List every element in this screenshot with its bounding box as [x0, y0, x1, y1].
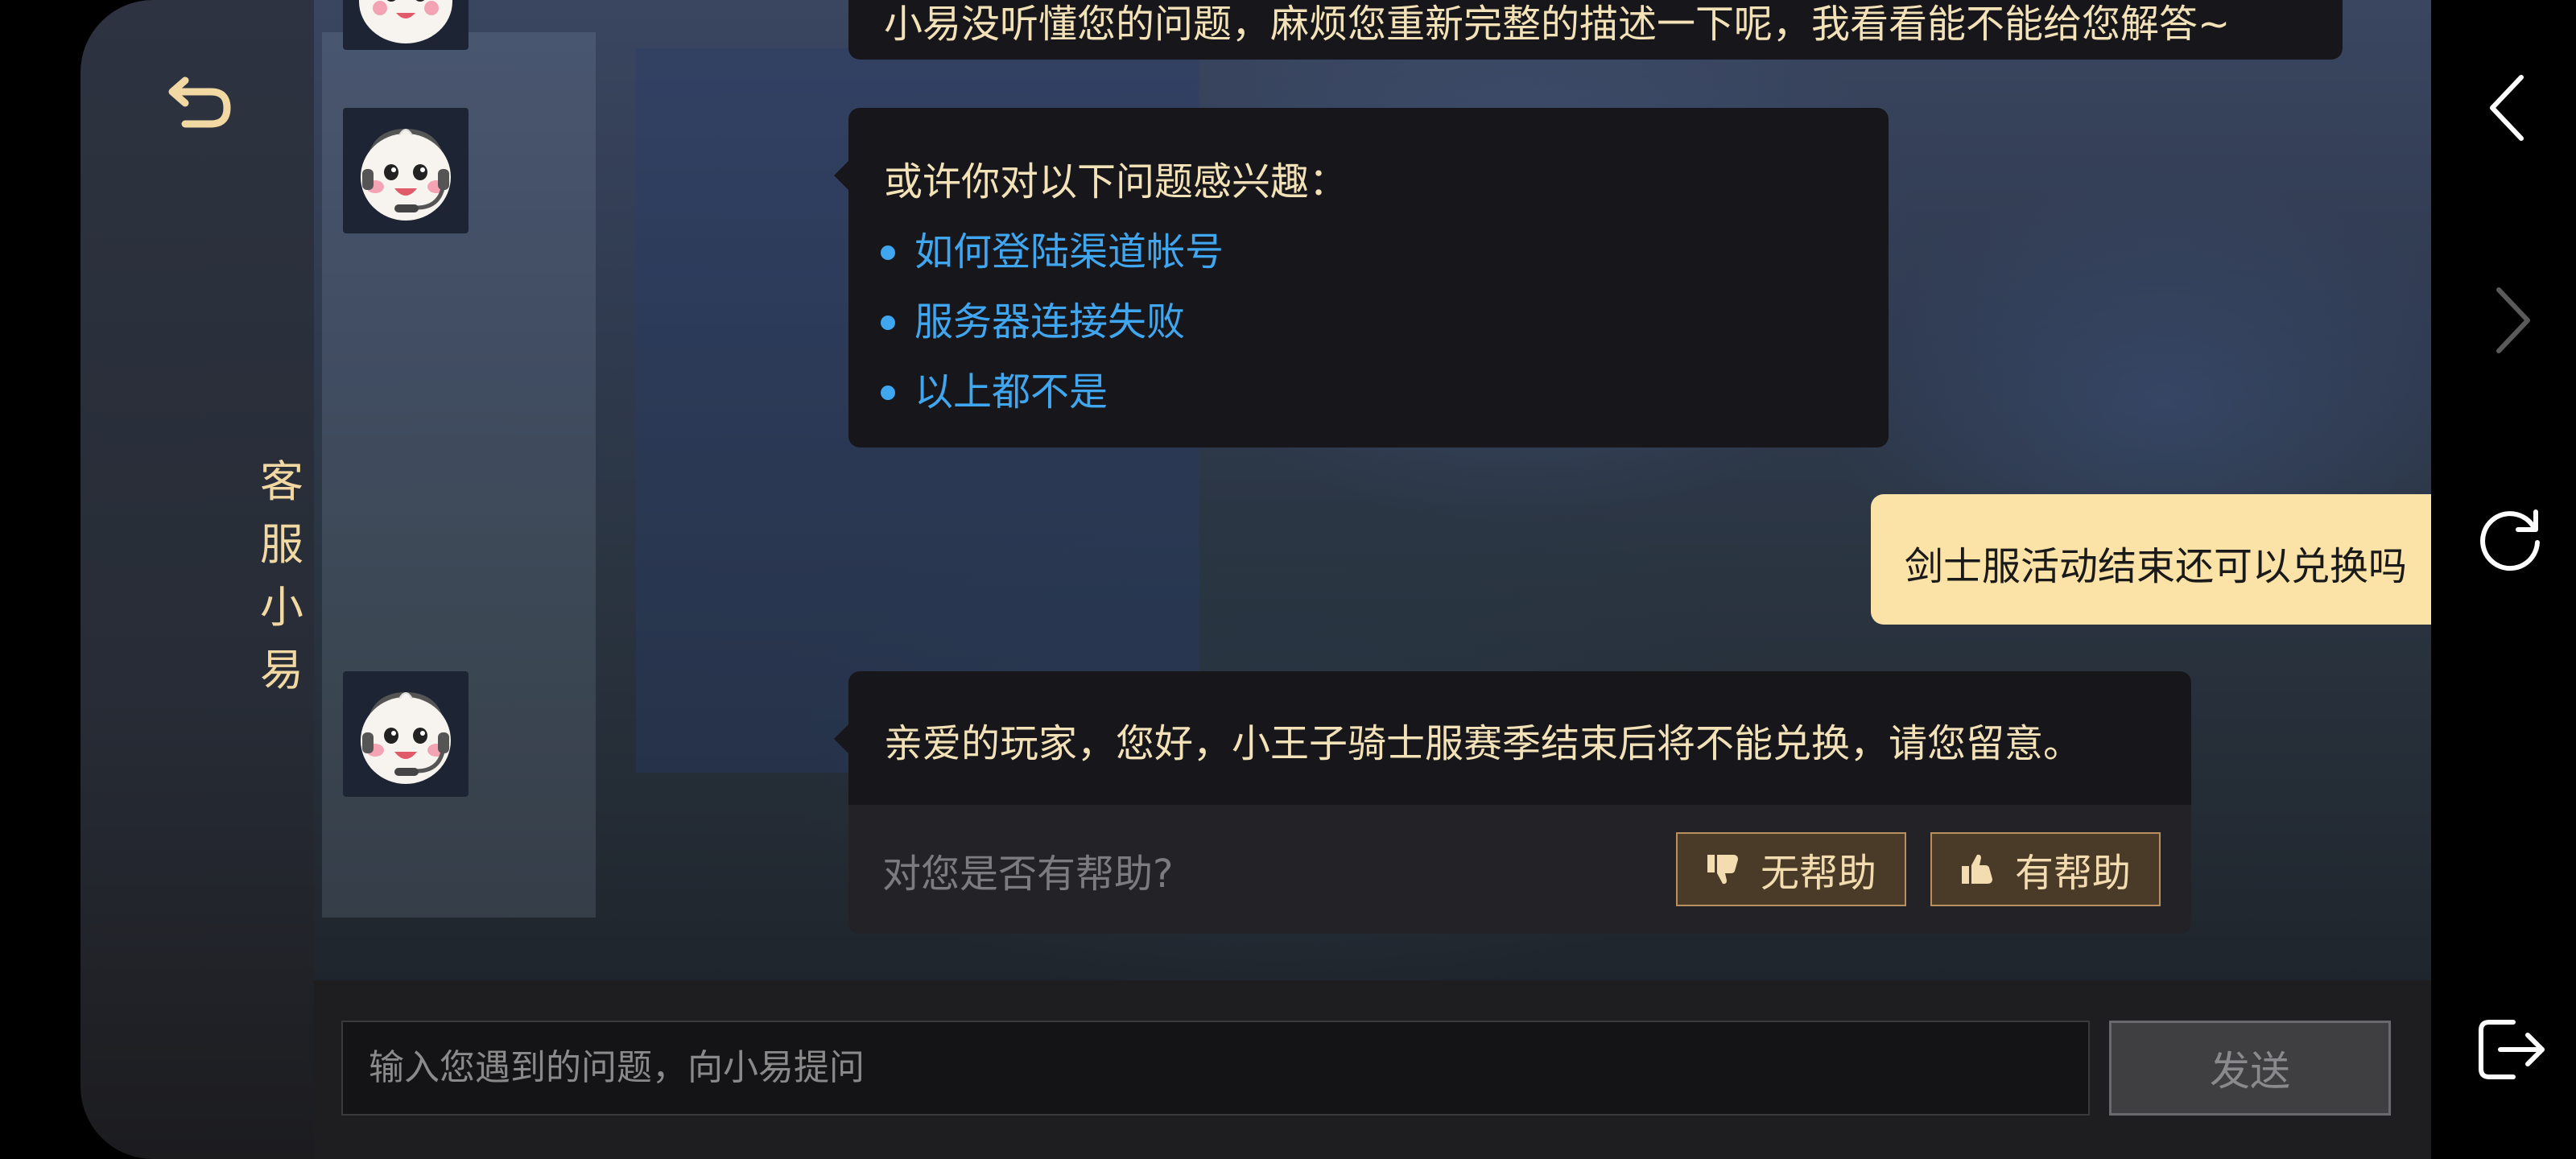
bullet-icon	[881, 315, 895, 330]
back-arrow-icon	[168, 76, 231, 128]
nav-forward-button[interactable]	[2471, 282, 2549, 359]
bot-avatar	[343, 0, 469, 50]
bullet-icon	[881, 245, 895, 260]
bot-avatar	[343, 108, 469, 233]
bot-message-partial: 小易没听懂您的问题，麻烦您重新完整的描述一下呢，我看看能不能给您解答~	[848, 0, 2343, 60]
back-button[interactable]	[161, 56, 238, 134]
helpful-button[interactable]: 有帮助	[1930, 832, 2161, 906]
bot-suggestion-message: 或许你对以下问题感兴趣： 如何登陆渠道帐号 服务器连接失败 以上都不是	[834, 108, 1889, 448]
chevron-left-icon	[2490, 75, 2524, 141]
refresh-icon	[2480, 509, 2540, 571]
exit-button[interactable]	[2471, 1011, 2549, 1088]
chat-area[interactable]: 小易没听懂您的问题，麻烦您重新完整的描述一下呢，我看看能不能给您解答~ 或许你对…	[314, 0, 2431, 980]
suggestion-item[interactable]: 服务器连接失败	[881, 287, 1224, 357]
chevron-right-icon	[2496, 287, 2530, 353]
input-bar: 输入您遇到的问题，向小易提问 发送	[314, 980, 2431, 1159]
send-button[interactable]: 发送	[2109, 1021, 2391, 1116]
user-message-text: 剑士服活动结束还可以兑换吗	[1905, 544, 2408, 589]
refresh-button[interactable]	[2471, 499, 2549, 576]
nav-back-button[interactable]	[2471, 69, 2549, 146]
sidebar-title: 客服小易	[260, 456, 303, 695]
suggestion-title: 或许你对以下问题感兴趣：	[884, 159, 1348, 204]
bullet-icon	[881, 385, 895, 400]
not-helpful-button[interactable]: 无帮助	[1676, 832, 1906, 906]
feedback-bar: 对您是否有帮助? 无帮助 有帮助	[848, 805, 2191, 934]
thumbs-down-icon	[1707, 855, 1738, 885]
right-nav	[2431, 0, 2576, 1159]
user-message: 剑士服活动结束还可以兑换吗	[1871, 494, 2431, 625]
bot-avatar	[343, 671, 469, 797]
feedback-question: 对您是否有帮助?	[882, 852, 1174, 897]
suggestion-list: 如何登陆渠道帐号 服务器连接失败 以上都不是	[881, 217, 1224, 427]
suggestion-item[interactable]: 如何登陆渠道帐号	[881, 217, 1224, 287]
question-input[interactable]: 输入您遇到的问题，向小易提问	[341, 1021, 2090, 1116]
thumbs-up-icon	[1961, 854, 1992, 884]
bot-mascot-icon	[361, 128, 451, 221]
suggestion-item[interactable]: 以上都不是	[881, 357, 1224, 427]
bot-message-text: 小易没听懂您的问题，麻烦您重新完整的描述一下呢，我看看能不能给您解答~	[884, 2, 2231, 47]
exit-icon	[2479, 1020, 2545, 1079]
bot-mascot-icon	[361, 691, 451, 784]
left-panel: 客服小易	[80, 0, 314, 1159]
bot-answer-message: 亲爱的玩家，您好，小王子骑士服赛季结束后将不能兑换，请您留意。 对您是否有帮助?…	[834, 671, 2191, 934]
bot-answer-text: 亲爱的玩家，您好，小王子骑士服赛季结束后将不能兑换，请您留意。	[884, 721, 2083, 766]
bot-mascot-icon	[359, 0, 452, 43]
